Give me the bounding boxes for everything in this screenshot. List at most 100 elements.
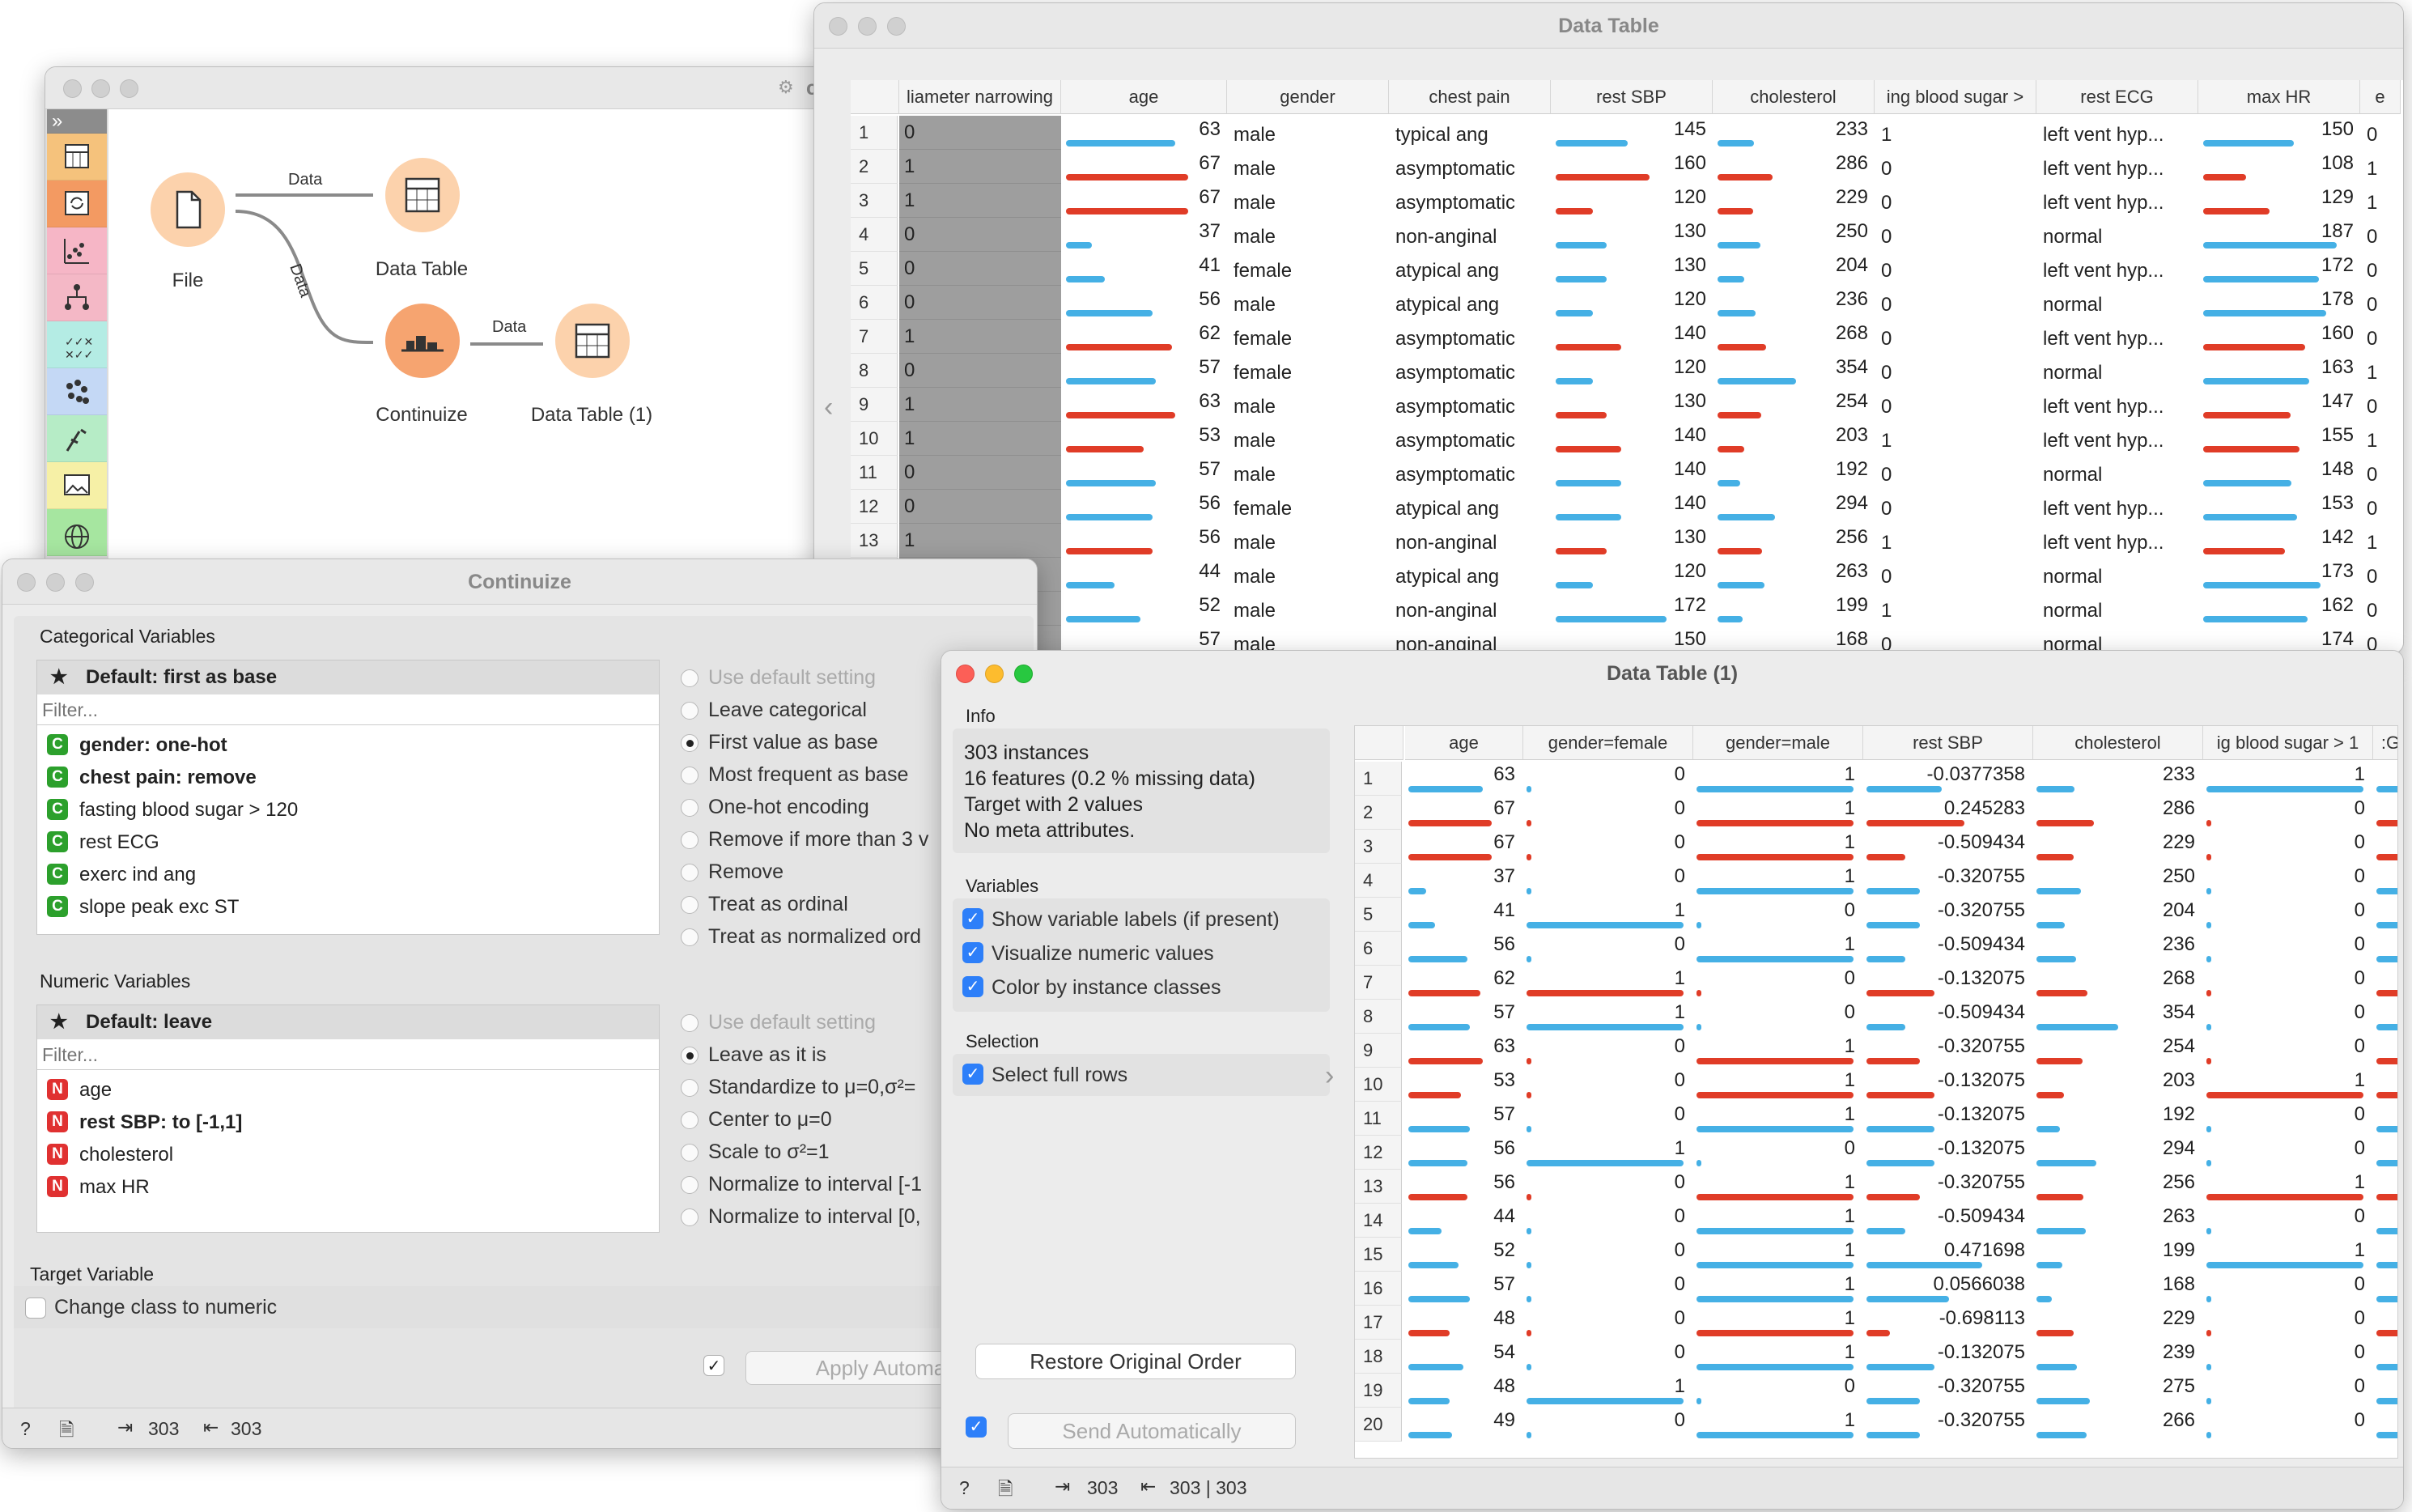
row-number[interactable]: 6: [1355, 932, 1402, 966]
numeric-cell[interactable]: 0: [1693, 966, 1855, 1000]
text-cell[interactable]: asymptomatic: [1395, 422, 1551, 456]
text-cell[interactable]: 0: [1881, 320, 2036, 354]
text-cell[interactable]: normal: [2043, 456, 2198, 490]
column-header[interactable]: :G=lef: [2373, 726, 2397, 760]
numeric-cell[interactable]: 0: [2203, 1340, 2365, 1374]
text-cell[interactable]: 0: [2367, 320, 2401, 354]
row-number[interactable]: 12: [1355, 1136, 1402, 1170]
text-cell[interactable]: male: [1234, 456, 1389, 490]
numeric-cell[interactable]: 0: [2203, 1000, 2365, 1034]
numeric-cell[interactable]: 0: [1523, 1272, 1685, 1306]
row-number[interactable]: 4: [1355, 864, 1402, 898]
text-cell[interactable]: 1: [1881, 116, 2036, 150]
text-cell[interactable]: asymptomatic: [1395, 150, 1551, 184]
report-icon[interactable]: 🗎: [998, 1476, 1013, 1507]
collapse-panel-button[interactable]: ›: [1325, 1060, 1334, 1092]
row-number[interactable]: 1: [1355, 762, 1402, 796]
option-radio[interactable]: [681, 1111, 699, 1129]
variable-item[interactable]: Ncholesterol: [37, 1138, 659, 1170]
numeric-cell[interactable]: 0: [1523, 1238, 1685, 1272]
column-header[interactable]: rest SBP: [1863, 726, 2033, 760]
categorical-filter-input[interactable]: [37, 696, 659, 725]
text-cell[interactable]: non-anginal: [1395, 524, 1551, 558]
zoom-button[interactable]: [75, 573, 94, 592]
row-number[interactable]: 5: [851, 252, 898, 286]
column-header[interactable]: age: [1061, 80, 1227, 114]
class-cell[interactable]: 0: [899, 354, 1061, 388]
data-table-1-grid[interactable]: age gender=female gender=male rest SBP chole…: [1354, 725, 2398, 1459]
row-number[interactable]: 10: [1355, 1068, 1402, 1102]
class-cell[interactable]: 1: [899, 184, 1061, 218]
row-number[interactable]: 15: [1355, 1238, 1402, 1272]
numeric-cell[interactable]: 0: [2203, 830, 2365, 864]
text-cell[interactable]: 0: [1881, 490, 2036, 524]
numeric-cell[interactable]: 0: [2203, 898, 2365, 932]
minimize-button[interactable]: [985, 665, 1004, 683]
text-cell[interactable]: normal: [2043, 286, 2198, 320]
row-number[interactable]: 18: [1355, 1340, 1402, 1374]
numeric-cell[interactable]: 0: [2203, 1374, 2365, 1408]
numeric-cell[interactable]: 0: [1693, 898, 1855, 932]
numeric-cell[interactable]: 0: [2203, 1408, 2365, 1442]
option-radio[interactable]: [681, 864, 699, 881]
text-cell[interactable]: male: [1234, 150, 1389, 184]
text-cell[interactable]: 0: [1881, 558, 2036, 592]
apply-auto-checkbox[interactable]: ✓: [703, 1355, 724, 1376]
close-button[interactable]: [829, 17, 847, 36]
file-node[interactable]: [151, 172, 225, 247]
numeric-cell[interactable]: 0: [2203, 1102, 2365, 1136]
text-cell[interactable]: male: [1234, 388, 1389, 422]
variable-item[interactable]: Cexerc ind ang: [37, 858, 659, 890]
text-cell[interactable]: female: [1234, 252, 1389, 286]
option-radio[interactable]: [681, 896, 699, 914]
column-header[interactable]: gender=male: [1693, 726, 1863, 760]
row-number[interactable]: 3: [1355, 830, 1402, 864]
numeric-filter-input[interactable]: [37, 1041, 659, 1070]
numeric-cell[interactable]: 0: [1523, 1340, 1685, 1374]
text-cell[interactable]: left vent hyp...: [2043, 320, 2198, 354]
option-radio[interactable]: [681, 831, 699, 849]
option-radio[interactable]: [681, 1176, 699, 1194]
column-header[interactable]: cholesterol: [1713, 80, 1875, 114]
text-cell[interactable]: 1: [2367, 524, 2401, 558]
text-cell[interactable]: asymptomatic: [1395, 320, 1551, 354]
row-number[interactable]: 9: [1355, 1034, 1402, 1068]
zoom-button[interactable]: [1014, 665, 1033, 683]
row-number[interactable]: 10: [851, 422, 898, 456]
data-table-grid[interactable]: liameter narrowing age gender chest pain res…: [851, 80, 2403, 653]
continuize-node[interactable]: [385, 304, 460, 378]
text-cell[interactable]: 0: [2367, 218, 2401, 252]
restore-order-button[interactable]: Restore Original Order: [975, 1344, 1296, 1379]
option-radio[interactable]: [681, 1144, 699, 1162]
numeric-cell[interactable]: 0: [1523, 1204, 1685, 1238]
option-radio[interactable]: [681, 734, 699, 752]
column-header[interactable]: ing blood sugar >: [1875, 80, 2036, 114]
text-cell[interactable]: 0: [2367, 116, 2401, 150]
text-cell[interactable]: 0: [1881, 456, 2036, 490]
text-cell[interactable]: 1: [1881, 422, 2036, 456]
variable-item[interactable]: Cchest pain: remove: [37, 761, 659, 793]
text-cell[interactable]: 0: [1881, 218, 2036, 252]
text-cell[interactable]: atypical ang: [1395, 558, 1551, 592]
collapse-panel-button[interactable]: ‹: [824, 392, 833, 423]
text-cell[interactable]: 0: [1881, 252, 2036, 286]
text-cell[interactable]: 1: [2367, 354, 2401, 388]
text-cell[interactable]: male: [1234, 184, 1389, 218]
row-number[interactable]: 4: [851, 218, 898, 252]
class-cell[interactable]: 1: [899, 422, 1061, 456]
row-number[interactable]: 5: [1355, 898, 1402, 932]
class-cell[interactable]: 1: [899, 150, 1061, 184]
text-cell[interactable]: left vent hyp...: [2043, 252, 2198, 286]
text-cell[interactable]: 0: [2367, 558, 2401, 592]
row-number[interactable]: 1: [851, 116, 898, 150]
row-number[interactable]: 13: [851, 524, 898, 558]
text-cell[interactable]: male: [1234, 524, 1389, 558]
data-table-1-node[interactable]: [555, 304, 630, 378]
numeric-cell[interactable]: 0: [2203, 796, 2365, 830]
class-cell[interactable]: 0: [899, 218, 1061, 252]
text-cell[interactable]: 0: [2367, 456, 2401, 490]
text-cell[interactable]: normal: [2043, 354, 2198, 388]
row-number[interactable]: 7: [1355, 966, 1402, 1000]
categorical-default[interactable]: ★ Default: first as base: [37, 660, 659, 694]
numeric-cell[interactable]: 0: [2203, 1136, 2365, 1170]
